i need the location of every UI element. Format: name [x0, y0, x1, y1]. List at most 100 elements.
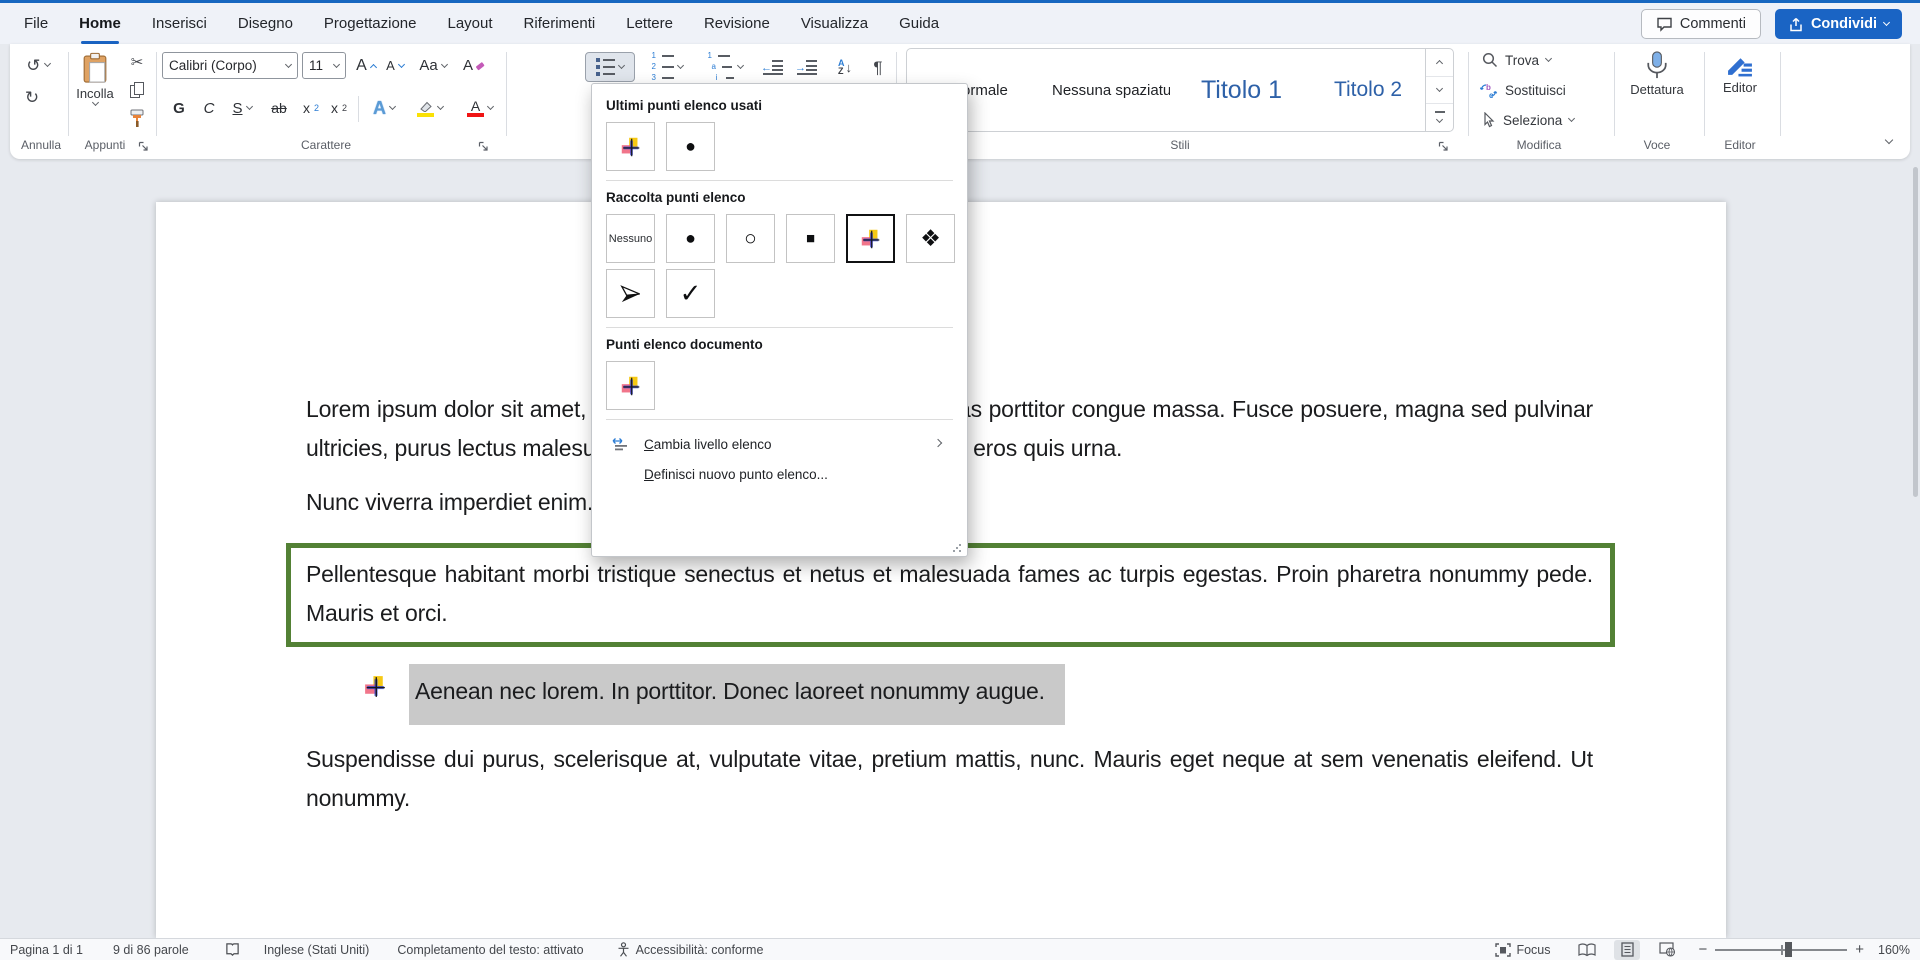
- format-painter-icon: [129, 109, 145, 128]
- find-button[interactable]: Trova: [1482, 52, 1551, 68]
- print-layout-button[interactable]: [1614, 940, 1640, 960]
- gallery-expand[interactable]: [1426, 104, 1453, 131]
- collapse-ribbon-chevron-icon[interactable]: [1885, 136, 1893, 144]
- numbering-button[interactable]: 1 2 3: [641, 52, 693, 82]
- replace-button[interactable]: b c Sostituisci: [1480, 82, 1566, 99]
- select-button[interactable]: Seleziona: [1482, 112, 1574, 128]
- clipboard-icon: [82, 52, 108, 84]
- multilevel-list-icon: 1 a i: [708, 52, 734, 82]
- undo-button[interactable]: ↺: [18, 52, 58, 78]
- copy-button[interactable]: [124, 78, 150, 102]
- style-titolo-2[interactable]: Titolo 2: [1309, 49, 1427, 131]
- tab-layout[interactable]: Layout: [448, 3, 493, 44]
- share-button[interactable]: Condividi: [1775, 9, 1902, 39]
- bullet-tile-custom[interactable]: [606, 122, 655, 171]
- focus-mode-button[interactable]: Focus: [1495, 943, 1550, 957]
- tab-disegno[interactable]: Disegno: [238, 3, 293, 44]
- font-size-combobox[interactable]: 11: [302, 52, 346, 79]
- zoom-in-button[interactable]: +: [1855, 941, 1864, 958]
- resize-grip[interactable]: [953, 544, 962, 553]
- read-mode-button[interactable]: [1574, 940, 1600, 960]
- bullets-button[interactable]: [585, 52, 635, 82]
- web-layout-button[interactable]: [1654, 940, 1680, 960]
- underline-button[interactable]: S: [224, 94, 260, 122]
- paragraph[interactable]: Suspendisse dui purus, scelerisque at, v…: [306, 740, 1593, 818]
- zoom-level[interactable]: 160%: [1878, 943, 1910, 957]
- gallery-scroll-up[interactable]: [1426, 49, 1453, 77]
- italic-button[interactable]: C: [196, 94, 222, 122]
- tab-revisione[interactable]: Revisione: [704, 3, 770, 44]
- green-bordered-paragraph[interactable]: Pellentesque habitant morbi tristique se…: [286, 543, 1615, 647]
- decrease-indent-button[interactable]: ←: [758, 54, 786, 80]
- bullet-tile-arrow[interactable]: [606, 269, 655, 318]
- bullet-tile-circle[interactable]: ○: [726, 214, 775, 263]
- clipboard-dialog-launcher[interactable]: [138, 141, 149, 152]
- bullet-tile-square[interactable]: ■: [786, 214, 835, 263]
- accessibility-indicator[interactable]: Accessibilità: conforme: [616, 942, 764, 957]
- redo-button[interactable]: ↻: [18, 84, 46, 110]
- change-list-level-menu-item[interactable]: Cambia livello elenco: [604, 429, 955, 459]
- style-titolo-1[interactable]: Titolo 1: [1179, 49, 1304, 131]
- dot-bullet-icon: ●: [685, 228, 696, 249]
- bulleted-list-item[interactable]: Aenean nec lorem. In porttitor. Donec la…: [362, 664, 1593, 725]
- tab-riferimenti[interactable]: Riferimenti: [524, 3, 596, 44]
- bullet-tile-check[interactable]: ✓: [666, 269, 715, 318]
- font-color-button[interactable]: A: [458, 94, 502, 122]
- bullet-tile-custom-selected[interactable]: [846, 214, 895, 263]
- cut-button[interactable]: ✂: [124, 50, 150, 74]
- highlight-color-button[interactable]: [408, 94, 452, 122]
- define-new-bullet-menu-item[interactable]: Definisci nuovo punto elenco...: [604, 459, 955, 489]
- zoom-out-button[interactable]: −: [1698, 941, 1707, 958]
- bullet-tile-dot[interactable]: ●: [666, 122, 715, 171]
- superscript-button[interactable]: x2: [326, 94, 352, 122]
- sort-button[interactable]: A Z ↓: [828, 54, 862, 80]
- change-case-button[interactable]: Aa: [414, 52, 452, 79]
- vertical-scrollbar[interactable]: [1913, 167, 1918, 497]
- font-name-combobox[interactable]: Calibri (Corpo): [162, 52, 298, 79]
- multilevel-list-button[interactable]: 1 a i: [699, 52, 751, 82]
- tab-inserisci[interactable]: Inserisci: [152, 3, 207, 44]
- gallery-scroll-down[interactable]: [1426, 77, 1453, 105]
- zoom-slider[interactable]: [1715, 949, 1847, 951]
- paste-button[interactable]: Incolla: [68, 52, 122, 105]
- shrink-font-button[interactable]: A: [382, 52, 408, 79]
- custom-picture-bullet-icon: [859, 227, 883, 251]
- bullet-tile-none[interactable]: Nessuno: [606, 214, 655, 263]
- undo-group-label: Annulla: [10, 138, 72, 152]
- format-painter-button[interactable]: [124, 106, 150, 130]
- font-dialog-launcher[interactable]: [478, 141, 489, 152]
- text-completion-indicator[interactable]: Completamento del testo: attivato: [397, 943, 583, 957]
- grow-font-button[interactable]: A: [352, 52, 380, 79]
- bullet-tile-diamonds[interactable]: ❖: [906, 214, 955, 263]
- tab-guida[interactable]: Guida: [899, 3, 939, 44]
- selected-text[interactable]: Aenean nec lorem. In porttitor. Donec la…: [409, 664, 1065, 725]
- editor-button[interactable]: Editor: [1710, 50, 1770, 95]
- increase-indent-button[interactable]: →: [792, 54, 820, 80]
- zoom-slider-thumb[interactable]: [1785, 942, 1792, 957]
- tab-lettere[interactable]: Lettere: [626, 3, 673, 44]
- text-effects-button[interactable]: A: [364, 94, 404, 122]
- word-count[interactable]: 9 di 86 parole: [113, 943, 189, 957]
- editor-group-label: Editor: [1704, 138, 1776, 152]
- dictate-button[interactable]: Dettatura: [1622, 50, 1692, 97]
- show-formatting-button[interactable]: ¶: [866, 54, 890, 80]
- chevron-down-icon: [44, 60, 51, 67]
- chevron-down-icon: [285, 60, 292, 67]
- bullet-tile-custom[interactable]: [606, 361, 655, 410]
- proofing-status-button[interactable]: [225, 942, 240, 957]
- subscript-button[interactable]: x2: [298, 94, 324, 122]
- bullet-tile-dot[interactable]: ●: [666, 214, 715, 263]
- menu-bar: File Home Inserisci Disegno Progettazion…: [0, 0, 1920, 44]
- tab-visualizza[interactable]: Visualizza: [801, 3, 868, 44]
- language-indicator[interactable]: Inglese (Stati Uniti): [264, 943, 370, 957]
- clear-formatting-button[interactable]: A: [458, 52, 490, 79]
- tab-file[interactable]: File: [24, 3, 48, 44]
- strikethrough-button[interactable]: ab: [264, 94, 294, 122]
- tab-progettazione[interactable]: Progettazione: [324, 3, 417, 44]
- comments-button[interactable]: Commenti: [1641, 9, 1761, 39]
- bold-button[interactable]: G: [166, 94, 192, 122]
- style-nessuna-spaziatura[interactable]: Nessuna spaziatu: [1052, 49, 1170, 131]
- page-indicator[interactable]: Pagina 1 di 1: [10, 943, 83, 957]
- styles-dialog-launcher[interactable]: [1438, 141, 1449, 152]
- tab-home[interactable]: Home: [79, 3, 121, 44]
